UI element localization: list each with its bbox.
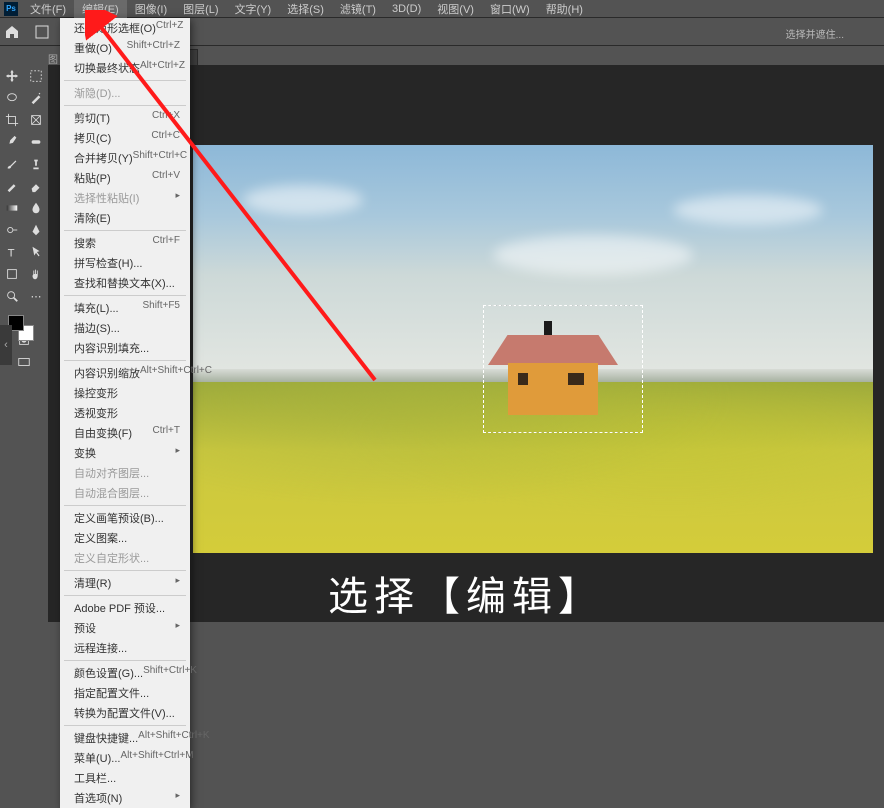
menu-separator	[64, 660, 186, 661]
menu-separator	[64, 725, 186, 726]
type-tool[interactable]: T	[0, 241, 24, 263]
menu-item[interactable]: 透视变形	[60, 403, 190, 423]
menu-item[interactable]: 重做(O)Shift+Ctrl+Z	[60, 38, 190, 58]
stamp-tool[interactable]	[24, 153, 48, 175]
menu-filter[interactable]: 滤镜(T)	[332, 0, 384, 19]
gradient-tool[interactable]	[0, 197, 24, 219]
menu-item[interactable]: 内容识别缩放Alt+Shift+Ctrl+C	[60, 363, 190, 383]
menu-separator	[64, 360, 186, 361]
menu-separator	[64, 570, 186, 571]
frame-tool[interactable]	[24, 109, 48, 131]
blur-tool[interactable]	[24, 197, 48, 219]
menu-separator	[64, 105, 186, 106]
menu-item[interactable]: 搜索Ctrl+F	[60, 233, 190, 253]
menu-item[interactable]: 还原矩形选框(O)Ctrl+Z	[60, 18, 190, 38]
menubar: Ps 文件(F) 编辑(E) 图像(I) 图层(L) 文字(Y) 选择(S) 滤…	[0, 0, 884, 18]
menu-item[interactable]: 自由变换(F)Ctrl+T	[60, 423, 190, 443]
svg-text:T: T	[8, 247, 15, 259]
home-icon[interactable]	[4, 24, 20, 40]
brush-tool[interactable]	[0, 153, 24, 175]
menu-item[interactable]: 合并拷贝(Y)Shift+Ctrl+C	[60, 148, 190, 168]
edit-menu-dropdown: 还原矩形选框(O)Ctrl+Z重做(O)Shift+Ctrl+Z切换最终状态Al…	[60, 18, 190, 808]
lasso-tool[interactable]	[0, 87, 24, 109]
document-image	[193, 145, 873, 553]
menu-item[interactable]: 键盘快捷键...Alt+Shift+Ctrl+K	[60, 728, 190, 748]
menu-item[interactable]: 拷贝(C)Ctrl+C	[60, 128, 190, 148]
menu-item[interactable]: 清除(E)	[60, 208, 190, 228]
menu-separator	[64, 595, 186, 596]
dodge-tool[interactable]	[0, 219, 24, 241]
marquee-tool[interactable]	[24, 65, 48, 87]
shape-tool[interactable]	[0, 263, 24, 285]
menu-item[interactable]: 首选项(N)	[60, 788, 190, 808]
heal-tool[interactable]	[24, 131, 48, 153]
menu-item[interactable]: 变换	[60, 443, 190, 463]
menu-layer[interactable]: 图层(L)	[175, 0, 226, 19]
eraser-tool[interactable]	[24, 175, 48, 197]
menu-item[interactable]: 指定配置文件...	[60, 683, 190, 703]
menu-separator	[64, 230, 186, 231]
menu-item[interactable]: 颜色设置(G)...Shift+Ctrl+K	[60, 663, 190, 683]
zoom-tool[interactable]	[0, 285, 24, 307]
menu-item: 渐隐(D)...	[60, 83, 190, 103]
menu-item[interactable]: 内容识别填充...	[60, 338, 190, 358]
menu-help[interactable]: 帮助(H)	[538, 0, 591, 19]
tab-label: 图	[48, 51, 58, 66]
menu-item[interactable]: 切换最终状态Alt+Ctrl+Z	[60, 58, 190, 78]
menu-separator	[64, 80, 186, 81]
menu-item[interactable]: 描边(S)...	[60, 318, 190, 338]
select-mask-button[interactable]: 选择并遮住...	[786, 26, 844, 41]
pen-tool[interactable]	[24, 219, 48, 241]
menu-type[interactable]: 文字(Y)	[227, 0, 280, 19]
menu-separator	[64, 505, 186, 506]
eyedropper-tool[interactable]	[0, 131, 24, 153]
path-select-tool[interactable]	[24, 241, 48, 263]
crop-tool[interactable]	[0, 109, 24, 131]
frame-icon[interactable]	[34, 24, 50, 40]
wand-tool[interactable]	[24, 87, 48, 109]
menu-select[interactable]: 选择(S)	[279, 0, 332, 19]
menu-3d[interactable]: 3D(D)	[384, 1, 429, 17]
hand-tool[interactable]	[24, 263, 48, 285]
menu-item[interactable]: 粘贴(P)Ctrl+V	[60, 168, 190, 188]
menu-item[interactable]: Adobe PDF 预设...	[60, 598, 190, 618]
history-brush-tool[interactable]	[0, 175, 24, 197]
menu-item[interactable]: 剪切(T)Ctrl+X	[60, 108, 190, 128]
menu-view[interactable]: 视图(V)	[429, 0, 482, 19]
more-tool[interactable]: ⋯	[24, 285, 48, 307]
menu-item[interactable]: 拼写检查(H)...	[60, 253, 190, 273]
tool-panel: T ⋯	[0, 65, 48, 565]
menu-item: 定义自定形状...	[60, 548, 190, 568]
menu-item[interactable]: 填充(L)...Shift+F5	[60, 298, 190, 318]
menu-item[interactable]: 操控变形	[60, 383, 190, 403]
menu-item[interactable]: 转换为配置文件(V)...	[60, 703, 190, 723]
collapse-panel-icon[interactable]: ‹	[0, 325, 12, 365]
menu-item: 自动对齐图层...	[60, 463, 190, 483]
menu-separator	[64, 295, 186, 296]
menu-item[interactable]: 远程连接...	[60, 638, 190, 658]
menu-item[interactable]: 工具栏...	[60, 768, 190, 788]
menu-item[interactable]: 预设	[60, 618, 190, 638]
menu-file[interactable]: 文件(F)	[22, 0, 74, 19]
menu-item: 自动混合图层...	[60, 483, 190, 503]
menu-image[interactable]: 图像(I)	[127, 0, 175, 19]
menu-item[interactable]: 菜单(U)...Alt+Shift+Ctrl+M	[60, 748, 190, 768]
menu-edit[interactable]: 编辑(E)	[74, 0, 127, 19]
menu-item: 选择性粘贴(I)	[60, 188, 190, 208]
menu-item[interactable]: 定义画笔预设(B)...	[60, 508, 190, 528]
menu-item[interactable]: 查找和替换文本(X)...	[60, 273, 190, 293]
menu-item[interactable]: 清理(R)	[60, 573, 190, 593]
move-tool[interactable]	[0, 65, 24, 87]
marquee-selection[interactable]	[483, 305, 643, 433]
menu-window[interactable]: 窗口(W)	[482, 0, 538, 19]
ps-logo: Ps	[4, 2, 18, 16]
menu-item[interactable]: 定义图案...	[60, 528, 190, 548]
